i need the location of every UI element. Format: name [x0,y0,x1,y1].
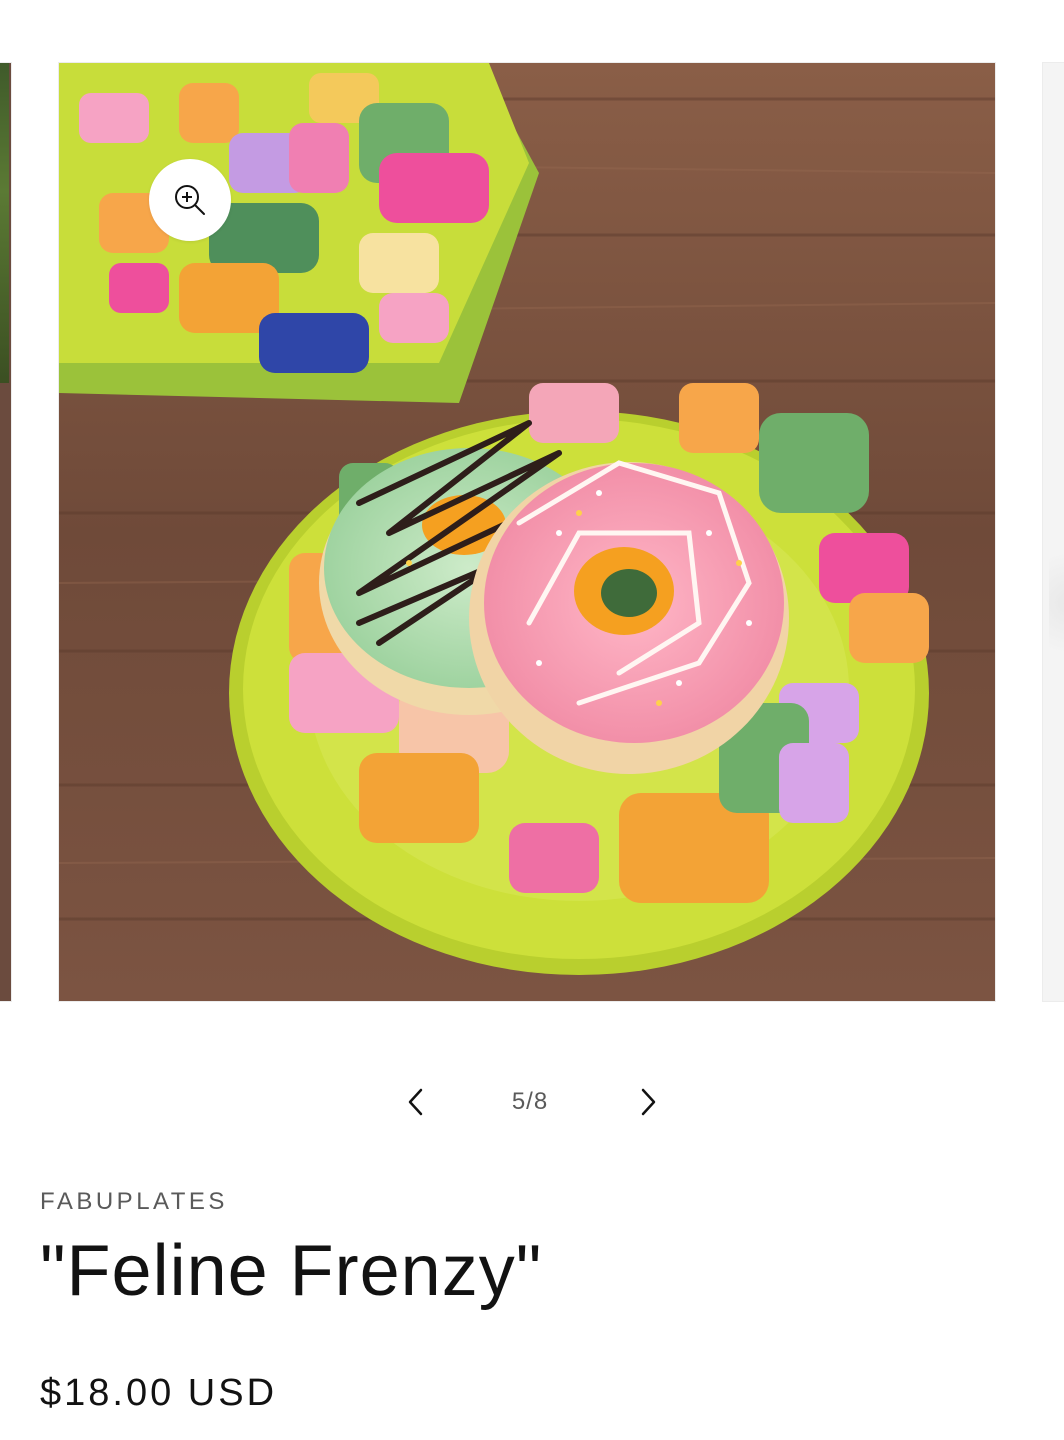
product-vendor: FABUPLATES [40,1188,228,1215]
gallery-slide-current[interactable] [58,62,996,1002]
gallery-slide-previous[interactable] [0,62,12,1002]
chevron-left-icon [408,1088,423,1116]
slide-image-fragment [1049,533,1064,673]
next-slide-button[interactable] [618,1072,678,1132]
product-page: 5/8 FABUPLATES "Feline Frenzy" $18.00 US… [0,0,1064,1440]
gallery-slide-next[interactable] [1042,62,1064,1002]
slide-image-fragment [0,63,9,383]
product-price: $18.00 USD [40,1372,278,1414]
media-gallery[interactable] [0,62,1064,1004]
slide-counter: 5/8 [511,1088,549,1115]
gallery-pagination: 5/8 [0,1072,1064,1132]
chevron-right-icon [641,1088,656,1116]
zoom-in-icon [175,185,205,215]
previous-slide-button[interactable] [386,1072,446,1132]
product-title: "Feline Frenzy" [40,1231,543,1311]
zoom-button[interactable] [149,159,231,241]
